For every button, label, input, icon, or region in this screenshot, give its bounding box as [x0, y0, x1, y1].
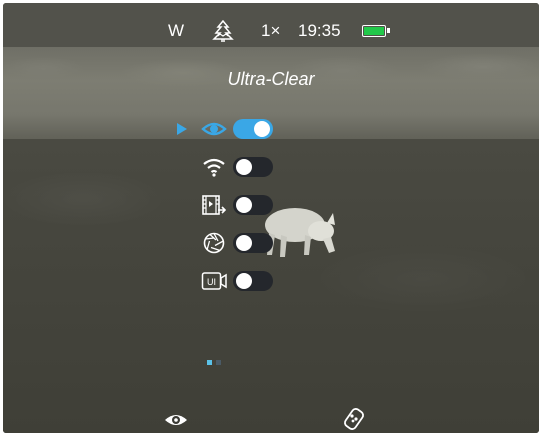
- toggle-knob: [236, 197, 252, 213]
- aperture-icon: [203, 232, 225, 254]
- forest-icon: [212, 20, 234, 42]
- aperture-toggle[interactable]: [233, 233, 273, 253]
- menu-item-ui-record[interactable]: UI: [177, 267, 287, 295]
- battery-terminal: [387, 28, 390, 33]
- video-export-toggle[interactable]: [233, 195, 273, 215]
- eye-icon[interactable]: [163, 411, 189, 429]
- wifi-icon: [203, 158, 225, 177]
- toggle-knob: [236, 159, 252, 175]
- menu-item-video-export[interactable]: [177, 191, 287, 219]
- menu-item-aperture[interactable]: [177, 229, 287, 257]
- ui-record-icon: UI: [201, 272, 227, 290]
- eye-icon: [201, 122, 227, 136]
- selection-pointer-icon: [177, 123, 187, 135]
- status-bar: W 1× 19:35: [3, 17, 539, 43]
- remote-icon[interactable]: [343, 407, 365, 431]
- page-dot: [216, 360, 221, 365]
- menu-item-viewing[interactable]: [177, 115, 287, 143]
- mode-title: Ultra-Clear: [227, 69, 315, 89]
- page-dot-active: [207, 360, 212, 365]
- toggle-knob: [254, 121, 270, 137]
- svg-text:UI: UI: [207, 277, 216, 287]
- toggle-knob: [236, 235, 252, 251]
- battery-icon: [362, 25, 390, 37]
- viewing-toggle[interactable]: [233, 119, 273, 139]
- wind-indicator: W: [168, 21, 185, 40]
- battery-level: [364, 27, 384, 35]
- thermal-viewfinder: W 1× 19:35 Ultra-Clear UI: [3, 3, 539, 433]
- video-export-icon: [202, 195, 227, 215]
- zoom-level: 1×: [261, 21, 281, 40]
- clock: 19:35: [298, 21, 341, 40]
- toggle-knob: [236, 273, 252, 289]
- wifi-toggle[interactable]: [233, 157, 273, 177]
- ui-record-toggle[interactable]: [233, 271, 273, 291]
- menu-item-wifi[interactable]: [177, 153, 287, 181]
